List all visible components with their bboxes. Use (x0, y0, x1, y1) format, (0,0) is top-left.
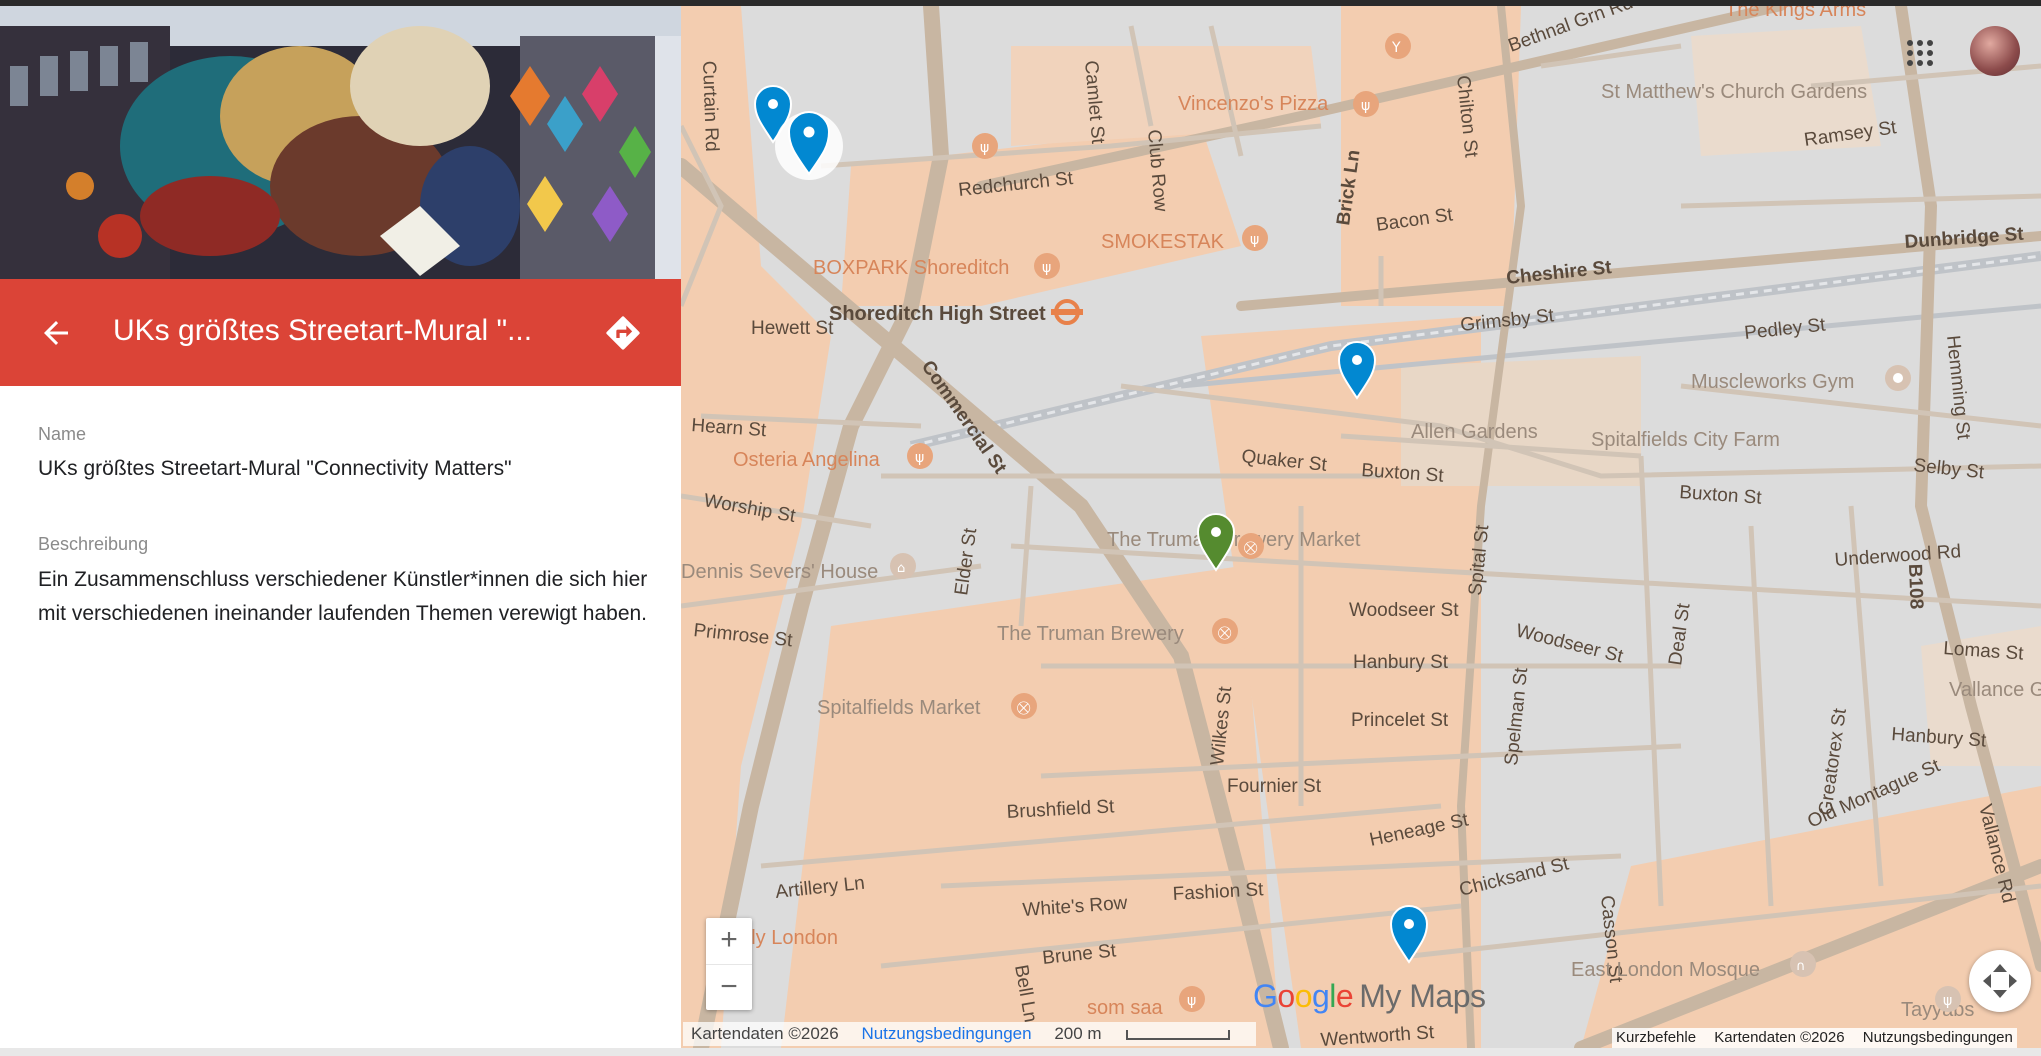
arrow-left-icon (44, 321, 68, 345)
keyboard-shortcuts-link[interactable]: Kurzbefehle (1616, 1029, 1696, 1046)
street-label: Cheshire St (1505, 257, 1613, 289)
restaurant-icon[interactable]: ψ (1034, 253, 1060, 279)
svg-text:ψ: ψ (1042, 260, 1051, 276)
restaurant-icon[interactable]: ψ (1242, 225, 1268, 251)
terms-link-right[interactable]: Nutzungsbedingungen (1863, 1029, 2013, 1046)
poi-label: The Truman Brewery (997, 623, 1184, 645)
google-my-maps-logo: Google My Maps (1253, 978, 1486, 1014)
poi-label: Dennis Severs' House (681, 561, 878, 583)
street-label: Woodseer St (1514, 620, 1626, 667)
map-footer-right: Kurzbefehle Kartendaten ©2026 Nutzungsbe… (1612, 1028, 2017, 1048)
svg-text:∩: ∩ (1796, 959, 1806, 974)
shopping-icon[interactable]: ⛒ (1011, 693, 1037, 719)
description-value: Ein Zusammenschluss verschiedener Künstl… (38, 568, 648, 625)
street-label: B108 (1904, 563, 1927, 609)
map-footer-left: Kartendaten ©2026 Nutzungsbedingungen 20… (683, 1022, 1256, 1046)
restaurant-icon[interactable]: ψ (972, 133, 998, 159)
svg-text:⛒: ⛒ (1017, 701, 1031, 716)
restaurant-icon[interactable]: ψ (1353, 91, 1379, 117)
svg-text:ψ: ψ (915, 450, 924, 466)
street-label: Deal St (1665, 601, 1695, 666)
svg-text:ψ: ψ (1943, 993, 1952, 1009)
svg-text:⛒: ⛒ (1244, 541, 1258, 556)
poi-label: Spitalfields City Farm (1591, 429, 1780, 451)
description-label: Beschreibung (38, 534, 149, 554)
svg-text:Y: Y (1391, 40, 1401, 56)
restaurant-icon[interactable]: ψ (1935, 986, 1961, 1012)
street-label: Hanbury St (1353, 652, 1449, 673)
svg-text:ψ: ψ (1187, 993, 1196, 1009)
street-label: Princelet St (1351, 710, 1449, 731)
street-label: Fournier St (1227, 776, 1322, 797)
station-icon[interactable] (1051, 299, 1083, 325)
apps-grid-icon (1907, 40, 1933, 66)
place-header: UKs größtes Streetart-Mural "... (0, 279, 681, 386)
poi-label: The Kings Arms (1725, 6, 1866, 21)
street-label: Dunbridge St (1904, 224, 2025, 253)
name-label: Name (38, 424, 87, 444)
svg-text:ψ: ψ (980, 140, 989, 156)
map-data-credit: Kartendaten ©2026 (691, 1024, 839, 1043)
poi-label: BOXPARK Shoreditch (813, 257, 1009, 279)
directions-button[interactable] (603, 313, 643, 353)
poi-label: Muscleworks Gym (1691, 371, 1854, 393)
poi-label: som saa (1087, 997, 1163, 1019)
restaurant-icon[interactable]: ψ (1179, 986, 1205, 1012)
scale-label: 200 m (1054, 1024, 1102, 1043)
street-label: Pedley St (1743, 315, 1827, 344)
apps-button[interactable] (1905, 38, 1935, 68)
mosque-icon[interactable]: ∩ (1790, 951, 1816, 977)
fullscreen-icon (1983, 964, 2017, 998)
map-canvas[interactable]: Redchurch St Club Row Camlet St Curtain … (681, 6, 2041, 1048)
poi-label: Vallance Gardens (1949, 679, 2041, 701)
place-photo[interactable] (0, 6, 681, 279)
fullscreen-button[interactable] (1969, 950, 2031, 1012)
poi-label: Osteria Angelina (733, 449, 881, 471)
poi-label: Shoreditch High Street (829, 303, 1046, 325)
zoom-in-button[interactable]: + (706, 918, 752, 964)
svg-text:ψ: ψ (1250, 232, 1259, 248)
marker-green[interactable] (1196, 513, 1236, 572)
scale-bar (1125, 1029, 1230, 1040)
bottom-strip (0, 1048, 2041, 1056)
place-details-panel: UKs größtes Streetart-Mural "... Name UK… (0, 6, 681, 1048)
svg-text:ψ: ψ (1361, 98, 1370, 114)
poi-label: East London Mosque (1571, 959, 1760, 981)
street-label: Woodseer St (1349, 600, 1459, 621)
directions-icon (606, 316, 640, 350)
street-label: Elder St (951, 526, 981, 597)
poi-label: Vincenzo's Pizza (1178, 93, 1329, 115)
museum-icon[interactable]: ⌂ (890, 553, 916, 579)
restaurant-icon[interactable]: ψ (907, 443, 933, 469)
street-label: Hemming St (1942, 334, 1974, 441)
svg-text:⛒: ⛒ (1218, 626, 1232, 641)
place-title: UKs größtes Streetart-Mural "... (113, 314, 533, 347)
bar-icon[interactable]: Y (1385, 33, 1411, 59)
svg-text:⌂: ⌂ (897, 561, 905, 576)
gym-icon[interactable] (1885, 365, 1911, 391)
street-label: Curtain Rd (698, 60, 722, 152)
map-data-link[interactable]: Kartendaten ©2026 (1714, 1029, 1844, 1046)
name-value: UKs größtes Streetart-Mural "Connectivit… (38, 457, 512, 480)
poi-label: Allen Gardens (1411, 421, 1538, 443)
map-svg: Redchurch St Club Row Camlet St Curtain … (681, 6, 2041, 1048)
street-label: Hewett St (751, 318, 834, 339)
zoom-control: + − (706, 918, 752, 1010)
brand-mymaps: My Maps (1359, 978, 1486, 1014)
poi-label: Spitalfields Market (817, 697, 981, 719)
terms-link[interactable]: Nutzungsbedingungen (861, 1024, 1031, 1043)
poi-label: St Matthew's Church Gardens (1601, 81, 1867, 103)
poi-label: SMOKESTAK (1101, 231, 1225, 253)
street-label: Buxton St (1679, 482, 1763, 509)
zoom-out-button[interactable]: − (706, 964, 752, 1011)
shopping-icon[interactable]: ⛒ (1238, 533, 1264, 559)
account-avatar[interactable] (1970, 26, 2020, 76)
selected-marker[interactable] (775, 111, 843, 180)
back-button[interactable] (38, 315, 74, 351)
shopping-icon[interactable]: ⛒ (1212, 618, 1238, 644)
